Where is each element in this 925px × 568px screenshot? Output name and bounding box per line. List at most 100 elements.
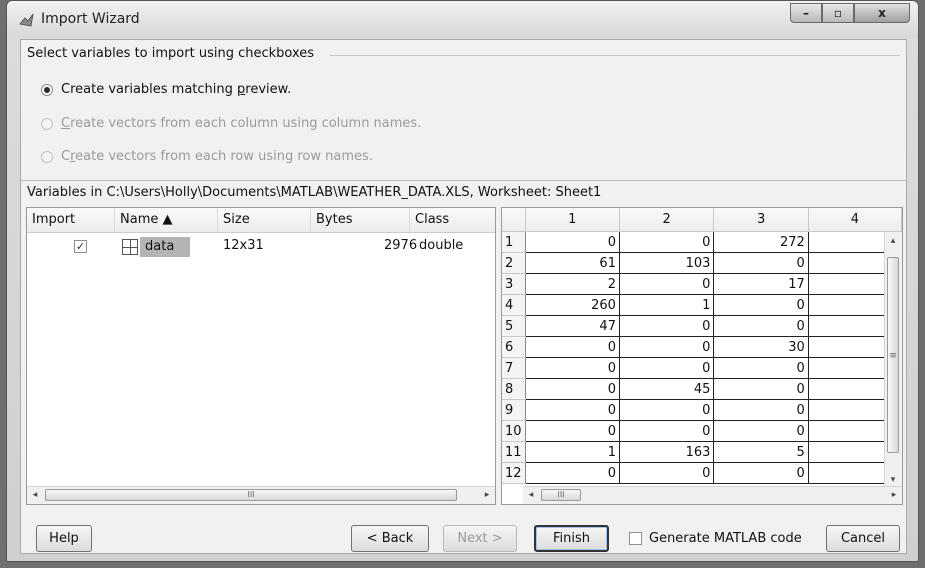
col-header[interactable]: 2 [619, 208, 715, 232]
preview-cell[interactable]: 0 [619, 231, 715, 253]
preview-cell[interactable]: 0 [619, 462, 715, 484]
horizontal-scrollbar[interactable]: ◂ III ▸ [27, 486, 495, 504]
row-header[interactable]: 7 [502, 357, 526, 379]
preview-cell[interactable]: 30 [713, 336, 809, 358]
wizard-content: Select variables to import using checkbo… [20, 39, 907, 554]
col-header[interactable]: 4 [808, 208, 902, 232]
preview-cell[interactable]: 61 [525, 252, 620, 274]
preview-cell[interactable]: 1 [619, 294, 715, 316]
preview-cell[interactable]: 2 [525, 273, 620, 295]
col-header[interactable]: 3 [713, 208, 809, 232]
preview-cell[interactable]: 0 [619, 336, 715, 358]
col-header-class[interactable]: Class [410, 208, 495, 232]
col-header-import[interactable]: Import [27, 208, 115, 232]
preview-cell[interactable]: 103 [619, 252, 715, 274]
preview-cell[interactable]: 0 [619, 399, 715, 421]
radio-vectors-columns[interactable]: Create vectors from each column using co… [41, 116, 421, 131]
radio-label-variables: Create variables matching preview. [61, 82, 292, 97]
preview-cell[interactable]: 0 [525, 462, 620, 484]
preview-cell[interactable]: 47 [525, 315, 620, 337]
data-preview-grid[interactable]: 1 2 3 4 1 0 0 272 2 61 103 0 3 2 0 17 4 260 1 0 5 47 0 0 6 0 0… [501, 207, 903, 505]
maximize-button[interactable]: ▫ [822, 3, 854, 23]
preview-cell[interactable]: 0 [713, 420, 809, 442]
generate-code-checkbox[interactable] [629, 532, 642, 545]
preview-cell[interactable]: 0 [525, 378, 620, 400]
col-header-size[interactable]: Size [218, 208, 311, 232]
help-button[interactable]: Help [36, 525, 92, 552]
scroll-left-icon[interactable]: ◂ [28, 488, 42, 502]
back-button[interactable]: < Back [351, 525, 429, 552]
preview-cell[interactable]: 45 [619, 378, 715, 400]
preview-cell[interactable]: 0 [713, 462, 809, 484]
preview-cell[interactable]: 0 [713, 294, 809, 316]
preview-cell[interactable]: 0 [525, 357, 620, 379]
row-header[interactable]: 5 [502, 315, 526, 337]
variable-size: 12x31 [223, 238, 264, 253]
preview-row: 6 0 0 30 [502, 336, 902, 358]
preview-cell[interactable]: 163 [619, 441, 715, 463]
variable-row[interactable]: ✓ data 12x31 2976 double [27, 236, 495, 258]
radio-create-variables[interactable]: Create variables matching preview. [41, 82, 291, 97]
radio-button[interactable] [41, 117, 53, 130]
scroll-right-icon[interactable]: ▸ [480, 488, 494, 502]
radio-button[interactable] [41, 150, 53, 163]
preview-cell[interactable]: 0 [713, 315, 809, 337]
preview-cell[interactable]: 0 [713, 378, 809, 400]
radio-vectors-rows[interactable]: Create vectors from each row using row n… [41, 149, 373, 164]
horizontal-scrollbar[interactable]: ◂ III ▸ [523, 486, 902, 504]
col-header[interactable]: 1 [525, 208, 620, 232]
preview-cell[interactable]: 0 [525, 231, 620, 253]
preview-cell[interactable]: 0 [619, 315, 715, 337]
variables-list[interactable]: Import Name ▲ Size Bytes Class ✓ data 12… [26, 207, 496, 505]
preview-cell[interactable]: 1 [525, 441, 620, 463]
row-header[interactable]: 11 [502, 441, 526, 463]
row-header[interactable]: 9 [502, 399, 526, 421]
variable-name[interactable]: data [140, 237, 190, 257]
preview-row: 10 0 0 0 [502, 420, 902, 442]
scroll-thumb[interactable]: ≡ [887, 257, 899, 453]
scroll-up-icon[interactable]: ▴ [886, 234, 900, 248]
radio-button-selected[interactable] [41, 83, 53, 96]
scroll-right-icon[interactable]: ▸ [887, 488, 901, 502]
scroll-thumb[interactable]: III [45, 489, 457, 501]
cancel-button[interactable]: Cancel [826, 525, 900, 552]
finish-button[interactable]: Finish [534, 525, 609, 552]
preview-cell[interactable]: 0 [713, 252, 809, 274]
generate-code-option[interactable]: Generate MATLAB code [629, 531, 802, 546]
row-header[interactable]: 8 [502, 378, 526, 400]
import-checkbox[interactable]: ✓ [74, 240, 87, 253]
preview-row: 12 0 0 0 [502, 462, 902, 484]
preview-cell[interactable]: 0 [619, 420, 715, 442]
preview-cell[interactable]: 0 [713, 399, 809, 421]
preview-cell[interactable]: 0 [525, 336, 620, 358]
col-header-name[interactable]: Name ▲ [115, 208, 218, 232]
preview-cell[interactable]: 5 [713, 441, 809, 463]
row-header[interactable]: 1 [502, 231, 526, 253]
preview-row: 2 61 103 0 [502, 252, 902, 274]
row-header[interactable]: 10 [502, 420, 526, 442]
preview-cell[interactable]: 272 [713, 231, 809, 253]
next-button[interactable]: Next > [443, 525, 517, 552]
row-header[interactable]: 2 [502, 252, 526, 274]
preview-cell[interactable]: 0 [525, 420, 620, 442]
row-header[interactable]: 4 [502, 294, 526, 316]
scroll-down-icon[interactable]: ▾ [886, 473, 900, 487]
row-header[interactable]: 12 [502, 462, 526, 484]
variables-path-label: Variables in C:\Users\Holly\Documents\MA… [21, 180, 906, 200]
preview-cell[interactable]: 0 [713, 357, 809, 379]
row-header[interactable]: 6 [502, 336, 526, 358]
preview-cell[interactable]: 0 [619, 357, 715, 379]
vertical-scrollbar[interactable]: ▴ ≡ ▾ [884, 232, 902, 489]
preview-cell[interactable]: 260 [525, 294, 620, 316]
preview-cell[interactable]: 0 [525, 399, 620, 421]
col-header-bytes[interactable]: Bytes [311, 208, 410, 232]
preview-cell[interactable]: 17 [713, 273, 809, 295]
minimize-button[interactable]: – [790, 3, 822, 23]
row-header[interactable]: 3 [502, 273, 526, 295]
scroll-left-icon[interactable]: ◂ [524, 488, 538, 502]
preview-row: 8 0 45 0 [502, 378, 902, 400]
preview-cell[interactable]: 0 [619, 273, 715, 295]
scroll-thumb[interactable]: III [541, 489, 581, 501]
close-button[interactable]: x [854, 3, 910, 23]
title-bar[interactable]: Import Wizard – ▫ x [7, 1, 918, 37]
